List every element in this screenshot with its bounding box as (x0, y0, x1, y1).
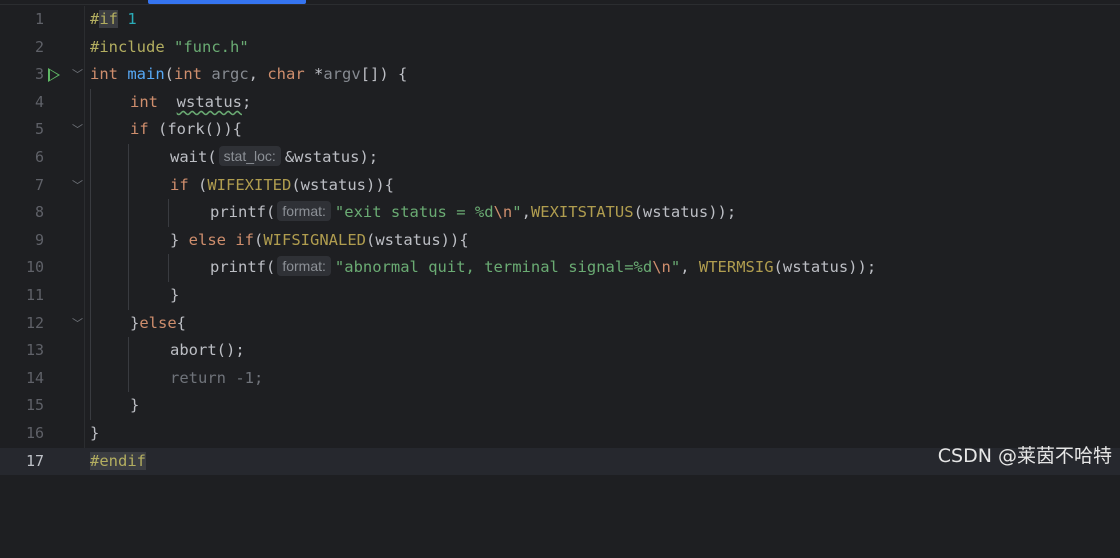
parameter-hint: format: (277, 201, 331, 222)
include-directive: #include (90, 37, 174, 56)
line-number: 8 (34, 203, 44, 222)
run-icon[interactable] (48, 68, 60, 83)
indent-guide (128, 171, 129, 200)
indent-guide (90, 392, 91, 420)
indent-guide (90, 116, 91, 144)
indent-guide (90, 199, 91, 227)
code-line-11[interactable]: 11 } (0, 281, 1120, 310)
line-number: 11 (25, 285, 44, 304)
line-number: 16 (25, 423, 44, 442)
indent-guide (90, 254, 91, 282)
macro-wifsignaled: WIFSIGNALED (263, 230, 366, 249)
preprocessor-if: if (99, 10, 119, 28)
code-line-3[interactable]: 3 ﹀ int main(int argc, char *argv[]) { (0, 61, 1120, 89)
indent-guide (90, 309, 91, 338)
indent-guide (128, 143, 129, 172)
macro-wexitstatus: WEXITSTATUS (530, 203, 634, 222)
code-line-10[interactable]: 10 printf(format: "abnormal quit, termina… (0, 254, 1120, 282)
variable-wstatus: wstatus (176, 92, 242, 111)
indent-guide (128, 199, 129, 227)
line-number: 13 (25, 341, 44, 360)
fold-chevron-icon[interactable]: ﹀ (72, 310, 83, 338)
code-line-14[interactable]: 14 return -1; (0, 364, 1120, 393)
code-line-2[interactable]: 2 #include "func.h" (0, 34, 1120, 62)
line-number: 17 (25, 451, 44, 470)
line-number: 5 (34, 120, 44, 139)
indent-guide (90, 281, 91, 310)
indent-guide (90, 337, 91, 365)
line-number: 10 (25, 258, 44, 277)
code-editor[interactable]: 1 #if 1 2 #include "func.h" 3 ﹀ int main… (0, 6, 1120, 476)
indent-guide (128, 281, 129, 310)
line-number: 7 (34, 175, 44, 194)
code-line-15[interactable]: 15 } (0, 392, 1120, 420)
line-number: 12 (25, 313, 44, 332)
code-line-6[interactable]: 6 wait(stat_loc: &wstatus); (0, 143, 1120, 172)
fold-chevron-icon[interactable]: ﹀ (72, 116, 83, 144)
code-line-9[interactable]: 9 } else if(WIFSIGNALED(wstatus)){ (0, 226, 1120, 255)
code-line-1[interactable]: 1 #if 1 (0, 6, 1120, 34)
code-line-5[interactable]: 5 ﹀ if (fork()){ (0, 116, 1120, 144)
code-line-7[interactable]: 7 ﹀ if (WIFEXITED(wstatus)){ (0, 171, 1120, 200)
line-number: 2 (34, 37, 44, 56)
macro-wifexited: WIFEXITED (207, 175, 292, 194)
indent-guide (168, 199, 169, 227)
code-line-12[interactable]: 12 ﹀ }else{ (0, 309, 1120, 338)
line-number: 14 (25, 368, 44, 387)
number-literal: 1 (127, 10, 137, 28)
indent-guide (128, 254, 129, 282)
function-name: main (127, 65, 165, 84)
parameter-hint: format: (277, 256, 331, 277)
line-number: 6 (34, 147, 44, 166)
indent-guide (128, 226, 129, 255)
line-number: 9 (34, 230, 44, 249)
code-line-13[interactable]: 13 abort(); (0, 337, 1120, 365)
preprocessor-endif: #endif (90, 451, 146, 470)
code-line-8[interactable]: 8 printf(format: "exit status = %d\n",WEX… (0, 199, 1120, 227)
editor-top-border (0, 4, 1120, 5)
include-path: "func.h" (174, 37, 249, 56)
indent-guide (90, 226, 91, 255)
watermark: CSDN @莱茵不哈特 (937, 445, 1112, 467)
unreachable-code: return -1; (170, 368, 264, 387)
code-line-4[interactable]: 4 int wstatus; (0, 88, 1120, 117)
line-number: 1 (34, 10, 44, 28)
line-number: 3 (34, 65, 44, 84)
macro-wtermsig: WTERMSIG (698, 258, 774, 277)
line-number: 4 (34, 92, 44, 111)
indent-guide (90, 143, 91, 172)
indent-guide (90, 171, 91, 200)
indent-guide (168, 254, 169, 282)
parameter-hint: stat_loc: (218, 145, 281, 166)
line-number: 15 (25, 396, 44, 415)
preprocessor-hash: # (90, 10, 100, 28)
fold-chevron-icon[interactable]: ﹀ (72, 61, 83, 89)
indent-guide (128, 364, 129, 393)
indent-guide (90, 88, 91, 117)
indent-guide (128, 337, 129, 365)
fold-chevron-icon[interactable]: ﹀ (72, 172, 83, 200)
indent-guide (90, 364, 91, 393)
